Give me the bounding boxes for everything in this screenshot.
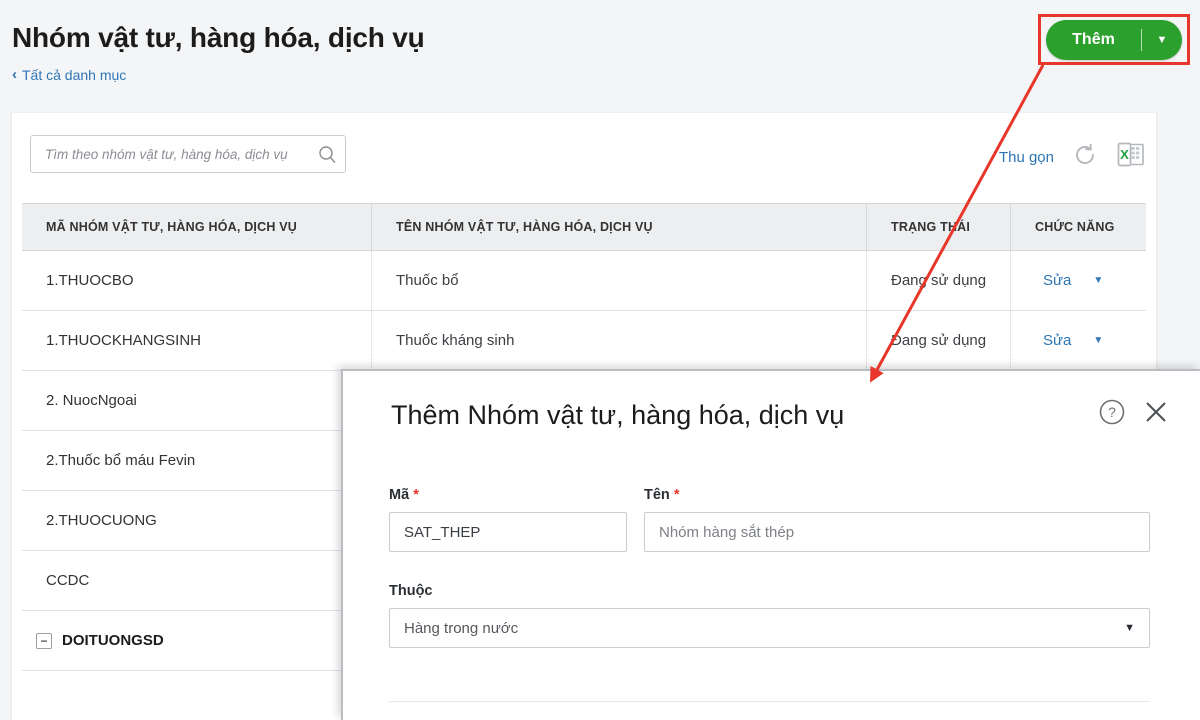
field-parent-label: Thuộc bbox=[389, 583, 433, 599]
page-title: Nhóm vật tư, hàng hóa, dịch vụ bbox=[12, 22, 425, 53]
dialog-divider bbox=[389, 701, 1150, 702]
cell-code: 2.Thuốc bổ máu Fevin bbox=[22, 431, 372, 490]
cell-code: 2. NuocNgoai bbox=[22, 371, 372, 430]
chevron-left-icon: ‹ bbox=[12, 65, 17, 83]
dialog-header-icons: ? bbox=[1098, 398, 1170, 431]
page-header: Nhóm vật tư, hàng hóa, dịch vụ ‹ Tất cả … bbox=[0, 0, 1200, 103]
field-code-label: Mã * bbox=[389, 487, 419, 503]
cell-code: − DOITUONGSD bbox=[22, 611, 372, 670]
cell-code: CCDC bbox=[22, 551, 372, 610]
app-root: Nhóm vật tư, hàng hóa, dịch vụ ‹ Tất cả … bbox=[0, 0, 1200, 720]
cell-code: 1.THUOCBO bbox=[22, 251, 372, 310]
collapse-link[interactable]: Thu gọn bbox=[999, 149, 1054, 166]
refresh-icon[interactable] bbox=[1072, 142, 1098, 173]
field-code-input-wrap[interactable] bbox=[389, 512, 627, 552]
cell-name: Thuốc bổ bbox=[372, 251, 867, 310]
svg-text:?: ? bbox=[1108, 404, 1116, 420]
field-name-input-wrap[interactable] bbox=[644, 512, 1150, 552]
search-input[interactable] bbox=[31, 136, 309, 172]
table-header-row: MÃ NHÓM VẬT TƯ, HÀNG HÓA, DỊCH VỤ TÊN NH… bbox=[22, 203, 1146, 251]
column-header-action: CHỨC NĂNG bbox=[1035, 220, 1115, 234]
chevron-down-icon: ▼ bbox=[1124, 622, 1135, 634]
cell-status: Đang sử dụng bbox=[867, 251, 1011, 310]
field-parent-group: Thuộc Hàng trong nước ▼ bbox=[389, 583, 1150, 648]
chevron-down-icon[interactable]: ▼ bbox=[1093, 335, 1103, 346]
search-box[interactable] bbox=[30, 135, 346, 173]
table-toolbar: Thu gọn bbox=[12, 113, 1156, 191]
edit-link[interactable]: Sửa bbox=[1043, 272, 1071, 289]
breadcrumb-all-categories[interactable]: ‹ Tất cả danh mục bbox=[12, 65, 127, 84]
column-header-code: MÃ NHÓM VẬT TƯ, HÀNG HÓA, DỊCH VỤ bbox=[22, 203, 372, 251]
toolbar-actions: Thu gọn X bbox=[999, 141, 1146, 174]
search-icon[interactable] bbox=[309, 145, 345, 164]
field-name: Tên * bbox=[644, 487, 1150, 552]
required-asterisk: * bbox=[413, 487, 419, 503]
add-button-label: Thêm bbox=[1072, 31, 1115, 48]
table-row[interactable]: 1.THUOCKHANGSINH Thuốc kháng sinh Đang sử … bbox=[22, 311, 1146, 371]
field-code: Mã * bbox=[389, 487, 627, 552]
close-icon[interactable] bbox=[1142, 398, 1170, 431]
required-asterisk: * bbox=[673, 487, 680, 503]
excel-export-icon[interactable]: X bbox=[1116, 141, 1146, 174]
cell-status: Đang sử dụng bbox=[867, 311, 1011, 370]
name-input[interactable] bbox=[659, 513, 1135, 551]
collapse-toggle-icon[interactable]: − bbox=[36, 632, 52, 649]
cell-name: Thuốc kháng sinh bbox=[372, 311, 867, 370]
svg-text:X: X bbox=[1120, 147, 1129, 162]
cell-code: 1.THUOCKHANGSINH bbox=[22, 311, 372, 370]
cell-action: Sửa ▼ bbox=[1011, 251, 1146, 310]
code-input[interactable] bbox=[404, 513, 612, 551]
cell-action: Sửa ▼ bbox=[1011, 311, 1146, 370]
table-row[interactable]: 1.THUOCBO Thuốc bổ Đang sử dụng Sửa ▼ bbox=[22, 251, 1146, 311]
chevron-down-icon[interactable]: ▼ bbox=[1142, 34, 1182, 46]
column-header-name: TÊN NHÓM VẬT TƯ, HÀNG HÓA, DỊCH VỤ bbox=[372, 203, 867, 251]
cell-code: 2.THUOCUONG bbox=[22, 491, 372, 550]
breadcrumb-label: Tất cả danh mục bbox=[22, 67, 127, 83]
column-header-status: TRẠNG THÁI bbox=[867, 203, 1011, 251]
field-name-label: Tên * bbox=[644, 487, 680, 503]
add-button[interactable]: Thêm ▼ bbox=[1046, 20, 1182, 60]
parent-group-select[interactable]: Hàng trong nước ▼ bbox=[389, 608, 1150, 648]
dialog-title: Thêm Nhóm vật tư, hàng hóa, dịch vụ bbox=[391, 400, 845, 430]
cell-code-label: DOITUONGSD bbox=[62, 632, 164, 649]
chevron-down-icon[interactable]: ▼ bbox=[1093, 275, 1103, 286]
help-circle-icon[interactable]: ? bbox=[1098, 398, 1126, 431]
parent-group-selected-value: Hàng trong nước bbox=[404, 619, 519, 637]
edit-link[interactable]: Sửa bbox=[1043, 332, 1071, 349]
